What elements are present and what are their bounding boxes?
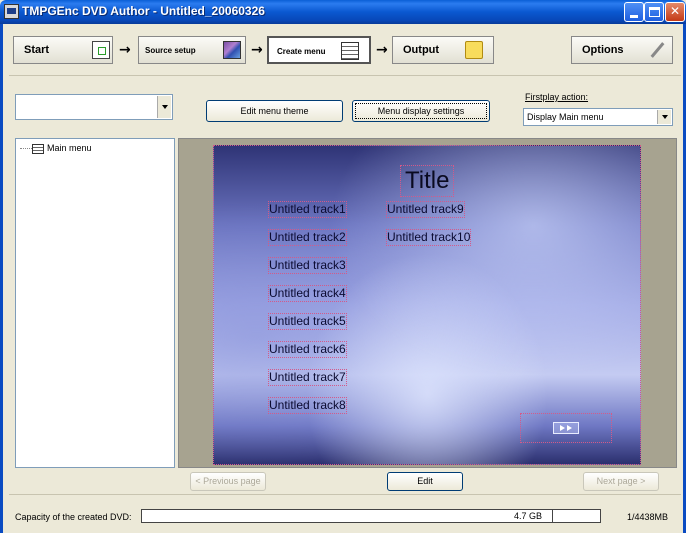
track-button[interactable]: Untitled track8	[268, 397, 347, 414]
app-icon[interactable]	[4, 4, 19, 19]
tree-item-main-menu[interactable]: Main menu	[20, 143, 92, 154]
track-button[interactable]: Untitled track1	[268, 201, 347, 218]
track-button[interactable]: Untitled track4	[268, 285, 347, 302]
previous-page-button[interactable]: < Previous page	[190, 472, 266, 491]
track-button[interactable]: Untitled track2	[268, 229, 347, 246]
edit-menu-theme-button[interactable]: Edit menu theme	[206, 100, 343, 122]
maximize-button[interactable]	[644, 2, 664, 22]
next-page-menu-button[interactable]	[520, 413, 612, 443]
menu-tree[interactable]: Main menu	[15, 138, 175, 468]
menu-canvas[interactable]: Title Untitled track1 Untitled track2 Un…	[213, 145, 641, 465]
step-source-setup-label: Source setup	[145, 46, 196, 55]
menu-title[interactable]: Title	[399, 165, 455, 197]
capacity-used-total: 1/4438MB	[627, 512, 669, 522]
main-window: Start → Source setup → Create menu → Out…	[0, 24, 686, 533]
step-output-label: Output	[403, 44, 440, 56]
menu-preview-panel: Title Untitled track1 Untitled track2 Un…	[178, 138, 677, 468]
chevron-down-icon[interactable]	[157, 96, 171, 118]
menu-theme-combo[interactable]	[15, 94, 173, 120]
track-button[interactable]: Untitled track5	[268, 313, 347, 330]
step-output-button[interactable]: Output	[392, 36, 494, 64]
firstplay-action-value: Display Main menu	[527, 112, 604, 122]
wrench-icon	[648, 41, 666, 59]
step-create-menu-button[interactable]: Create menu	[267, 36, 371, 64]
firstplay-action-select[interactable]: Display Main menu	[523, 108, 673, 126]
cubes-icon	[223, 41, 241, 59]
step-start-label: Start	[24, 44, 50, 56]
menu-page-icon	[32, 143, 44, 154]
dvd-size-value: 4.7 GB	[513, 511, 542, 521]
track-button[interactable]: Untitled track7	[268, 369, 347, 386]
menu-icon	[341, 42, 359, 60]
minimize-icon	[630, 15, 638, 18]
step-source-setup-button[interactable]: Source setup	[138, 36, 246, 64]
track-button[interactable]: Untitled track9	[386, 201, 465, 218]
track-button[interactable]: Untitled track10	[385, 229, 472, 246]
step-start-button[interactable]: Start	[13, 36, 113, 64]
tree-item-label: Main menu	[47, 143, 92, 153]
menu-display-settings-button[interactable]: Menu display settings	[352, 100, 490, 122]
maximize-icon	[649, 7, 660, 17]
step-create-menu-label: Create menu	[277, 47, 326, 56]
window-title: TMPGEnc DVD Author - Untitled_20060326	[22, 4, 265, 18]
status-divider	[9, 494, 681, 495]
chevron-down-icon[interactable]	[657, 110, 671, 124]
options-label: Options	[582, 44, 624, 56]
next-page-icon	[553, 422, 579, 434]
firstplay-action-label: Firstplay action:	[525, 92, 589, 102]
close-button[interactable]: ✕	[665, 2, 685, 22]
close-icon: ✕	[669, 4, 681, 18]
folder-icon	[465, 41, 483, 59]
capacity-label: Capacity of the created DVD:	[15, 512, 132, 522]
arrow-right-icon: →	[251, 42, 263, 58]
tree-connector	[20, 148, 32, 150]
minimize-button[interactable]	[624, 2, 644, 22]
document-icon	[92, 41, 110, 59]
track-button[interactable]: Untitled track3	[268, 257, 347, 274]
track-button[interactable]: Untitled track6	[268, 341, 347, 358]
options-button[interactable]: Options	[571, 36, 673, 64]
edit-button[interactable]: Edit	[387, 472, 463, 491]
arrow-right-icon: →	[376, 42, 388, 58]
next-page-button[interactable]: Next page >	[583, 472, 659, 491]
capacity-bar: 4.7 GB	[141, 509, 601, 523]
capacity-limit-marker	[552, 510, 553, 522]
arrow-right-icon: →	[119, 42, 131, 58]
title-bar[interactable]: TMPGEnc DVD Author - Untitled_20060326 ✕	[0, 0, 686, 24]
workflow-bar: Start → Source setup → Create menu → Out…	[9, 28, 681, 76]
